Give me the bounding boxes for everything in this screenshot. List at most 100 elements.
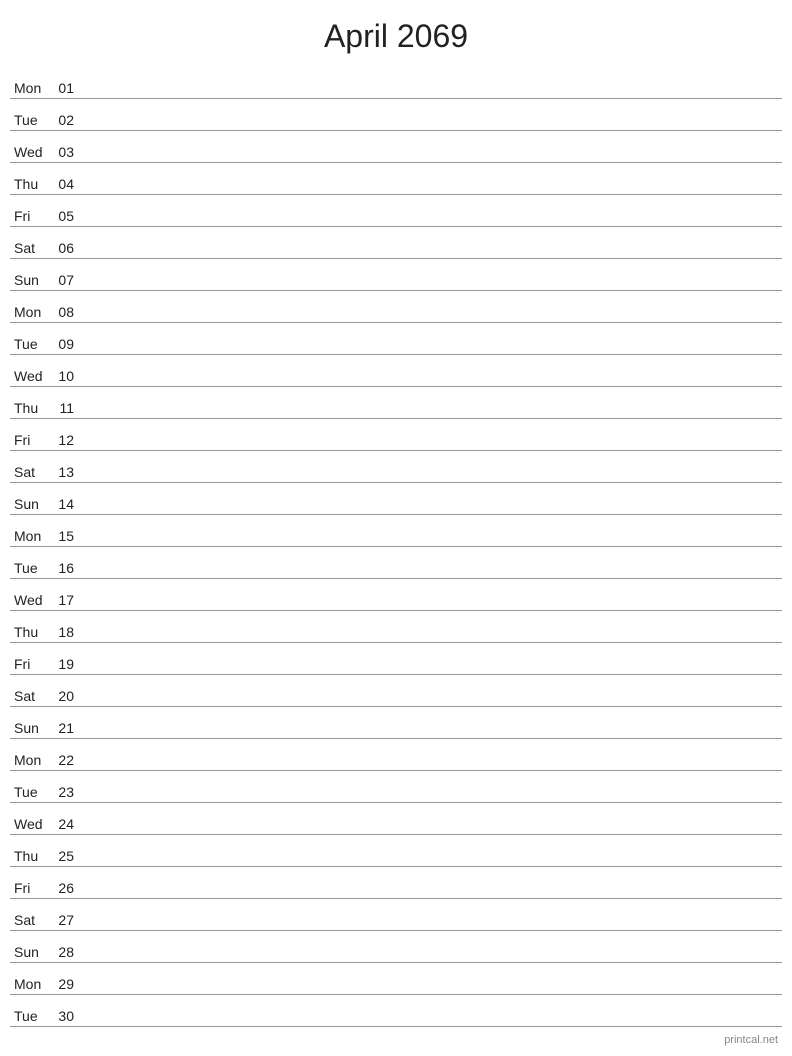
day-number: 26 [52,880,80,896]
day-number: 08 [52,304,80,320]
day-name: Sat [10,464,52,480]
table-row: Thu04 [10,163,782,195]
day-line [80,255,782,256]
day-line [80,287,782,288]
day-name: Mon [10,976,52,992]
day-name: Tue [10,336,52,352]
table-row: Fri05 [10,195,782,227]
day-line [80,191,782,192]
day-name: Sat [10,688,52,704]
day-line [80,703,782,704]
day-line [80,415,782,416]
day-line [80,319,782,320]
day-name: Fri [10,880,52,896]
day-name: Wed [10,368,52,384]
watermark: printcal.net [724,1034,778,1046]
day-line [80,575,782,576]
table-row: Mon22 [10,739,782,771]
table-row: Sat20 [10,675,782,707]
day-number: 29 [52,976,80,992]
day-line [80,671,782,672]
table-row: Thu11 [10,387,782,419]
day-line [80,159,782,160]
table-row: Tue16 [10,547,782,579]
table-row: Mon15 [10,515,782,547]
day-name: Sat [10,912,52,928]
day-name: Wed [10,592,52,608]
day-number: 13 [52,464,80,480]
day-name: Sun [10,944,52,960]
day-number: 10 [52,368,80,384]
table-row: Fri12 [10,419,782,451]
table-row: Wed03 [10,131,782,163]
table-row: Mon29 [10,963,782,995]
day-name: Mon [10,304,52,320]
day-line [80,863,782,864]
day-number: 28 [52,944,80,960]
day-name: Thu [10,848,52,864]
day-number: 05 [52,208,80,224]
table-row: Sat13 [10,451,782,483]
day-name: Sat [10,240,52,256]
day-line [80,1023,782,1024]
day-line [80,959,782,960]
day-name: Fri [10,656,52,672]
day-line [80,479,782,480]
day-name: Tue [10,1008,52,1024]
day-name: Mon [10,752,52,768]
table-row: Wed10 [10,355,782,387]
table-row: Sun07 [10,259,782,291]
day-name: Mon [10,80,52,96]
day-line [80,543,782,544]
day-name: Thu [10,624,52,640]
day-line [80,991,782,992]
table-row: Sun28 [10,931,782,963]
day-name: Thu [10,176,52,192]
table-row: Wed17 [10,579,782,611]
day-name: Sun [10,496,52,512]
table-row: Sat27 [10,899,782,931]
day-line [80,511,782,512]
day-number: 23 [52,784,80,800]
day-name: Sun [10,720,52,736]
day-name: Thu [10,400,52,416]
day-name: Sun [10,272,52,288]
day-number: 18 [52,624,80,640]
day-line [80,351,782,352]
day-line [80,831,782,832]
day-name: Tue [10,560,52,576]
day-number: 19 [52,656,80,672]
day-number: 09 [52,336,80,352]
table-row: Thu18 [10,611,782,643]
day-number: 12 [52,432,80,448]
day-line [80,639,782,640]
calendar-grid: Mon01Tue02Wed03Thu04Fri05Sat06Sun07Mon08… [0,67,792,1027]
day-line [80,895,782,896]
day-line [80,95,782,96]
day-name: Tue [10,784,52,800]
day-line [80,447,782,448]
day-line [80,767,782,768]
day-number: 14 [52,496,80,512]
table-row: Sat06 [10,227,782,259]
table-row: Sun21 [10,707,782,739]
table-row: Sun14 [10,483,782,515]
page-title: April 2069 [0,0,792,67]
day-number: 20 [52,688,80,704]
day-name: Fri [10,208,52,224]
day-number: 16 [52,560,80,576]
day-number: 17 [52,592,80,608]
day-number: 15 [52,528,80,544]
day-number: 06 [52,240,80,256]
day-line [80,223,782,224]
day-name: Wed [10,816,52,832]
day-line [80,927,782,928]
day-number: 21 [52,720,80,736]
table-row: Fri19 [10,643,782,675]
day-name: Fri [10,432,52,448]
day-number: 03 [52,144,80,160]
table-row: Fri26 [10,867,782,899]
day-number: 01 [52,80,80,96]
day-number: 07 [52,272,80,288]
day-number: 25 [52,848,80,864]
